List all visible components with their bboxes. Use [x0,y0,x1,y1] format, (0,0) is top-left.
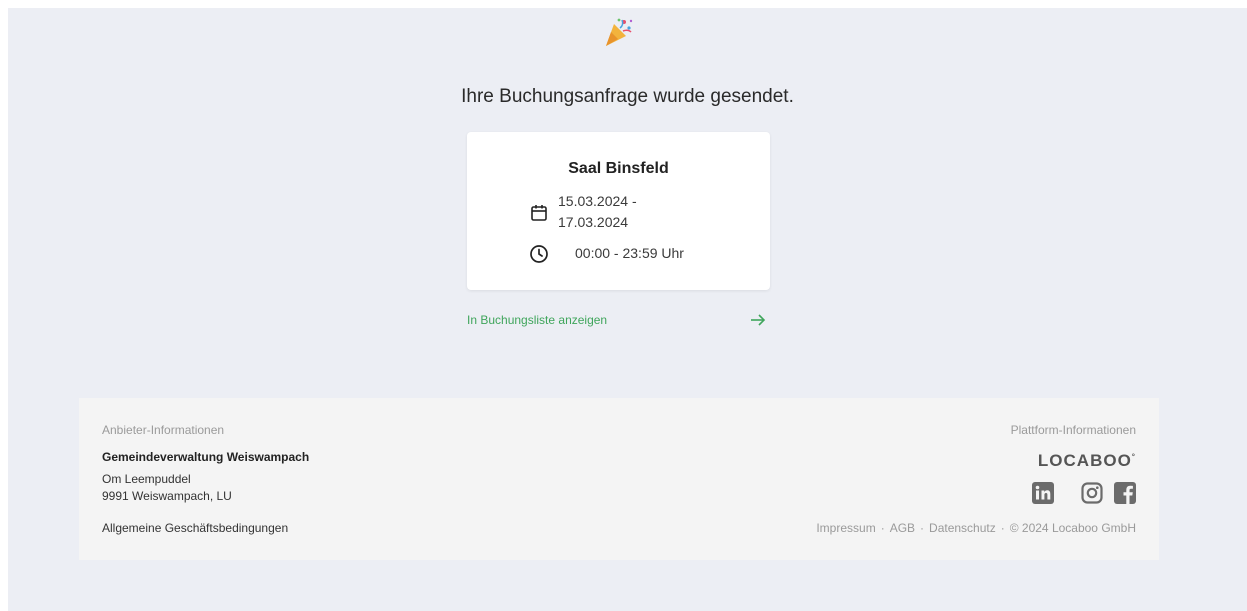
logo-text: LOCABOO [1037,451,1132,470]
separator-dot: · [1000,521,1005,535]
calendar-icon [531,205,547,221]
provider-info-heading: Anbieter-Informationen [102,423,225,437]
confirmation-headline: Ihre Buchungsanfrage wurde gesendet. [461,86,794,107]
impressum-link[interactable]: Impressum [816,521,875,535]
separator-dot: · [920,521,925,535]
separator-dot: · [880,521,885,535]
show-in-booking-list-link[interactable]: In Buchungsliste anzeigen [467,313,607,327]
provider-address-line1: Om Leempuddel [102,472,191,486]
linkedin-icon[interactable] [1032,482,1054,504]
legal-links: Impressum · AGB · Datenschutz · © 2024 Locaboo… [816,521,1136,535]
platform-info-heading: Plattform-Informationen [1010,423,1136,437]
terms-link[interactable]: Allgemeine Geschäftsbedingungen [102,520,288,537]
agb-link[interactable]: AGB [890,521,915,535]
party-popper-icon [606,18,633,46]
booking-date-start: 15.03.2024 - [558,193,637,209]
booking-summary-card: Saal Binsfeld 15.03.2024 - 17.03.2024 00… [467,132,770,290]
locaboo-logo[interactable]: LOCABOO° [1038,451,1136,471]
arrow-right-icon[interactable] [749,311,767,329]
copyright-text: © 2024 Locaboo GmbH [1009,521,1136,535]
booking-date-end: 17.03.2024 [558,214,629,230]
provider-name: Gemeindeverwaltung Weiswampach [102,450,310,464]
provider-address-line2: 9991 Weiswampach, LU [102,489,232,503]
datenschutz-link[interactable]: Datenschutz [929,521,996,535]
facebook-icon[interactable] [1114,482,1136,504]
logo-mark: ° [1131,452,1136,462]
instagram-icon[interactable] [1081,482,1103,504]
footer: Anbieter-Informationen Gemeindeverwaltun… [79,398,1159,560]
clock-icon [530,245,548,263]
venue-name: Saal Binsfeld [568,160,669,177]
booking-time: 00:00 - 23:59 Uhr [575,245,684,261]
page-background: Ihre Buchungsanfrage wurde gesendet. Saa… [8,8,1247,611]
